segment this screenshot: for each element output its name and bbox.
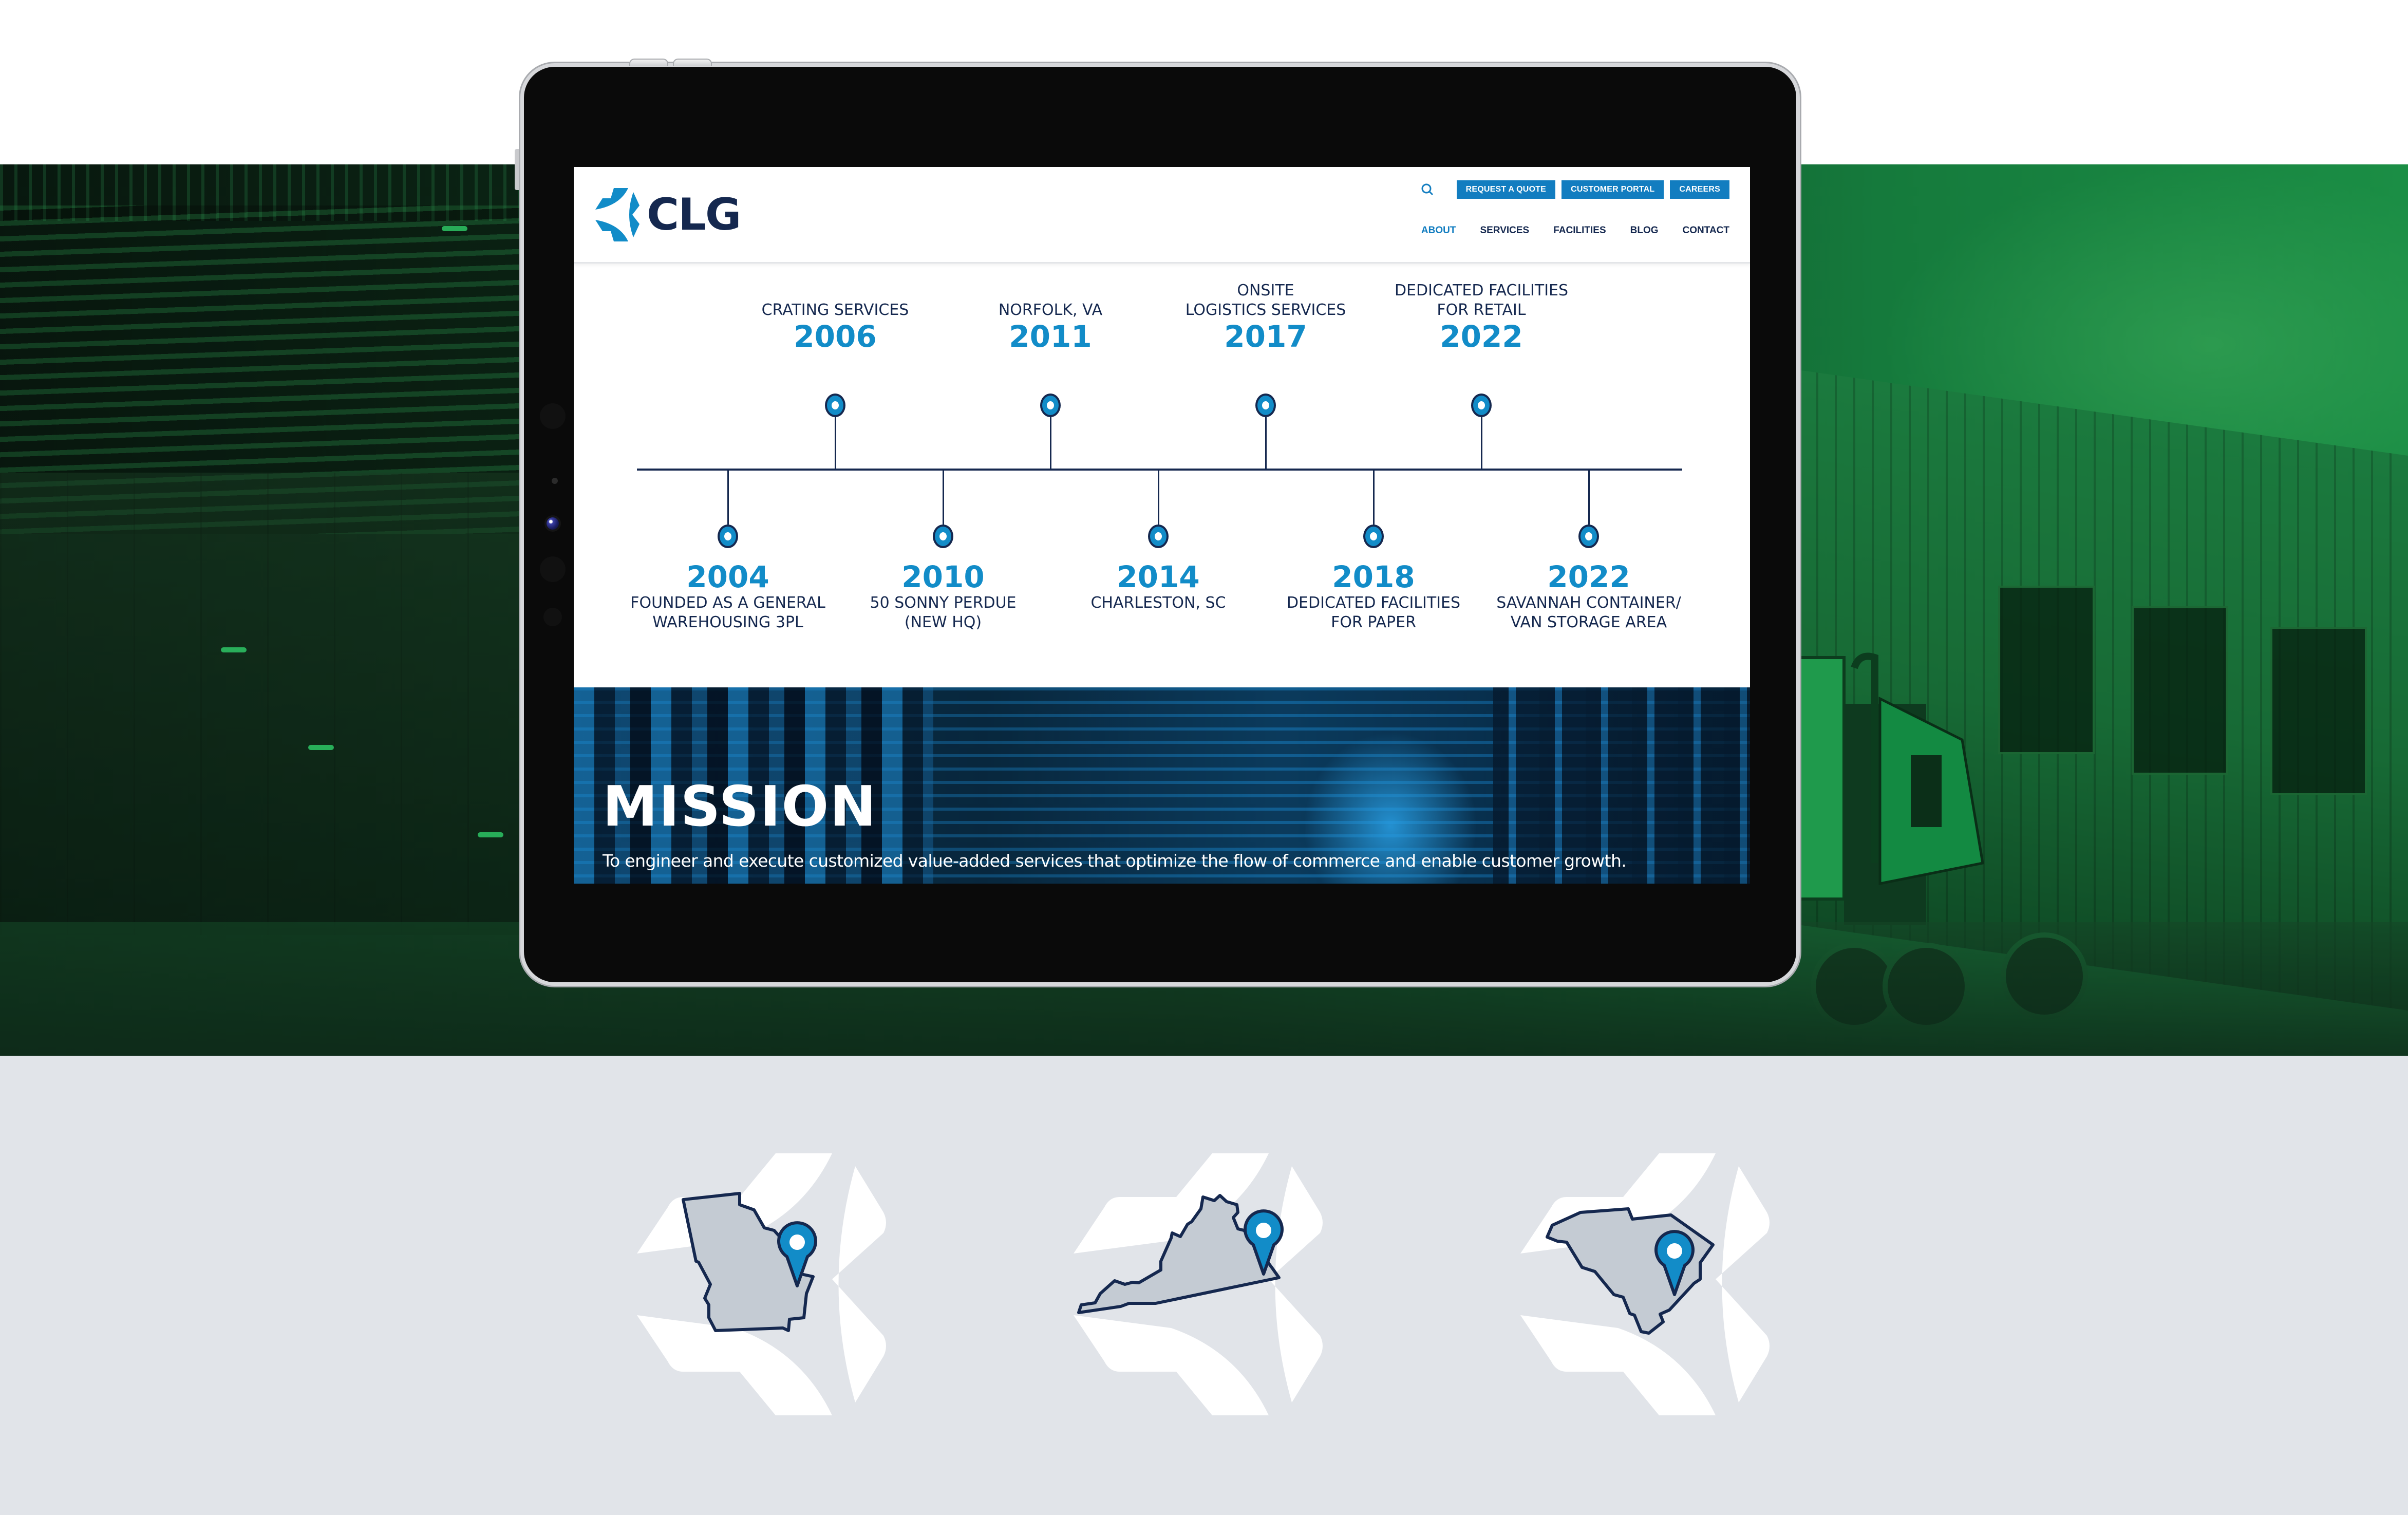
timeline-label: CRATING SERVICES — [761, 301, 909, 319]
timeline-item-bottom: 2022 SAVANNAH CONTAINER/VAN STORAGE AREA — [1481, 560, 1697, 632]
timeline-axis — [637, 469, 1682, 471]
timeline-marker-icon — [1148, 525, 1169, 548]
georgia-map-pin-icon — [637, 1153, 886, 1415]
timeline-item-top: ONSITE LOGISTICS SERVICES 2017 — [1158, 281, 1374, 353]
sensor — [540, 556, 566, 582]
timeline-label: FOR PAPER — [1331, 613, 1416, 631]
logo-text: CLG — [647, 189, 742, 240]
site-header: CLG REQUEST A QUOTE CUSTOMER PORTAL CARE… — [574, 167, 1750, 264]
timeline-connector — [727, 470, 729, 525]
timeline-connector — [1588, 470, 1590, 525]
search-icon[interactable] — [1420, 182, 1435, 197]
timeline-marker-icon — [933, 525, 953, 548]
light-reflection — [221, 647, 247, 652]
timeline-marker-icon — [1471, 394, 1492, 417]
timeline-item-bottom: 2018 DEDICATED FACILITIES FOR PAPER — [1266, 560, 1481, 632]
warehouse-boxes — [0, 473, 539, 935]
request-quote-button[interactable]: REQUEST A QUOTE — [1456, 180, 1556, 199]
timeline-marker-icon — [1578, 525, 1599, 548]
clg-logo-mark-icon — [595, 188, 639, 241]
nav-services[interactable]: SERVICES — [1480, 225, 1529, 236]
timeline-year: 2010 — [901, 559, 985, 594]
timeline-label: CHARLESTON, SC — [1090, 594, 1226, 612]
website-screen: CLG REQUEST A QUOTE CUSTOMER PORTAL CARE… — [574, 167, 1750, 884]
timeline-marker-icon — [1363, 525, 1384, 548]
timeline-item-bottom: 2014 CHARLESTON, SC — [1050, 560, 1266, 613]
sensor — [543, 608, 562, 626]
nav-facilities[interactable]: FACILITIES — [1553, 225, 1606, 236]
timeline-connector — [1265, 417, 1267, 470]
tablet-device: CLG REQUEST A QUOTE CUSTOMER PORTAL CARE… — [515, 59, 1796, 982]
light-reflection — [308, 745, 334, 750]
timeline-year: 2006 — [794, 319, 877, 354]
south-carolina-map-pin-icon — [1520, 1153, 1770, 1415]
power-button — [515, 149, 519, 190]
timeline-label: VAN STORAGE AREA — [1510, 613, 1667, 631]
dock-door — [2270, 627, 2367, 795]
timeline-label: DEDICATED FACILITIES — [1286, 594, 1461, 612]
timeline-item-top: CRATING SERVICES 2006 — [727, 301, 943, 353]
timeline-label: FOR RETAIL — [1437, 301, 1526, 319]
timeline-connector — [1158, 470, 1159, 525]
timeline-year: 2017 — [1224, 319, 1307, 354]
timeline-connector — [1373, 470, 1375, 525]
mission-title: MISSION — [603, 775, 877, 839]
timeline-label: FOUNDED AS A GENERAL — [630, 594, 825, 612]
timeline-label: 50 SONNY PERDUE — [870, 594, 1017, 612]
clg-logo[interactable]: CLG — [593, 186, 742, 243]
sensor — [540, 403, 566, 429]
timeline-marker-icon — [718, 525, 738, 548]
timeline-connector — [835, 417, 836, 470]
timeline-label: LOGISTICS SERVICES — [1185, 301, 1346, 319]
timeline-item-top: DEDICATED FACILITIES FOR RETAIL 2022 — [1374, 281, 1589, 353]
timeline-marker-icon — [1040, 394, 1061, 417]
timeline-year: 2022 — [1440, 319, 1523, 354]
utility-bar: REQUEST A QUOTE CUSTOMER PORTAL CAREERS — [1420, 180, 1729, 199]
nav-blog[interactable]: BLOG — [1630, 225, 1659, 236]
timeline-item-bottom: 2004 FOUNDED AS A GENERAL WAREHOUSING 3PL — [620, 560, 836, 632]
light-reflection — [442, 226, 467, 231]
timeline-year: 2018 — [1332, 559, 1415, 594]
timeline-connector — [1050, 417, 1051, 470]
customer-portal-button[interactable]: CUSTOMER PORTAL — [1562, 180, 1664, 199]
virginia-map-pin-icon — [1074, 1153, 1323, 1415]
company-timeline: CRATING SERVICES 2006 NORFOLK, VA 2011 ONSIT… — [574, 264, 1750, 687]
timeline-label: SAVANNAH CONTAINER/ — [1496, 594, 1681, 612]
timeline-year: 2014 — [1117, 559, 1200, 594]
timeline-item-top: NORFOLK, VA 2011 — [943, 301, 1158, 353]
timeline-label: DEDICATED FACILITIES — [1394, 282, 1569, 300]
nav-contact[interactable]: CONTACT — [1683, 225, 1729, 236]
volume-button — [629, 59, 668, 66]
volume-button — [673, 59, 712, 66]
timeline-year: 2004 — [686, 559, 769, 594]
timeline-year: 2011 — [1009, 319, 1092, 354]
light-reflection — [478, 832, 503, 837]
timeline-label: WAREHOUSING 3PL — [652, 613, 803, 631]
sensor — [552, 478, 558, 484]
careers-button[interactable]: CAREERS — [1670, 180, 1729, 199]
nav-about[interactable]: ABOUT — [1421, 225, 1456, 236]
timeline-marker-icon — [1255, 394, 1276, 417]
timeline-connector — [943, 470, 944, 525]
timeline-label: NORFOLK, VA — [998, 301, 1103, 319]
main-nav: ABOUT SERVICES FACILITIES BLOG CONTACT — [1421, 225, 1729, 236]
mission-banner: MISSION To engineer and execute customiz… — [574, 687, 1750, 884]
mission-statement: To engineer and execute customized value… — [603, 851, 1627, 871]
timeline-label: ONSITE — [1237, 282, 1294, 300]
timeline-item-bottom: 2010 50 SONNY PERDUE (NEW HQ) — [835, 560, 1051, 632]
timeline-connector — [1481, 417, 1482, 470]
front-camera-icon — [547, 517, 559, 530]
timeline-label: (NEW HQ) — [904, 613, 982, 631]
timeline-year: 2022 — [1547, 559, 1630, 594]
timeline-marker-icon — [825, 394, 845, 417]
